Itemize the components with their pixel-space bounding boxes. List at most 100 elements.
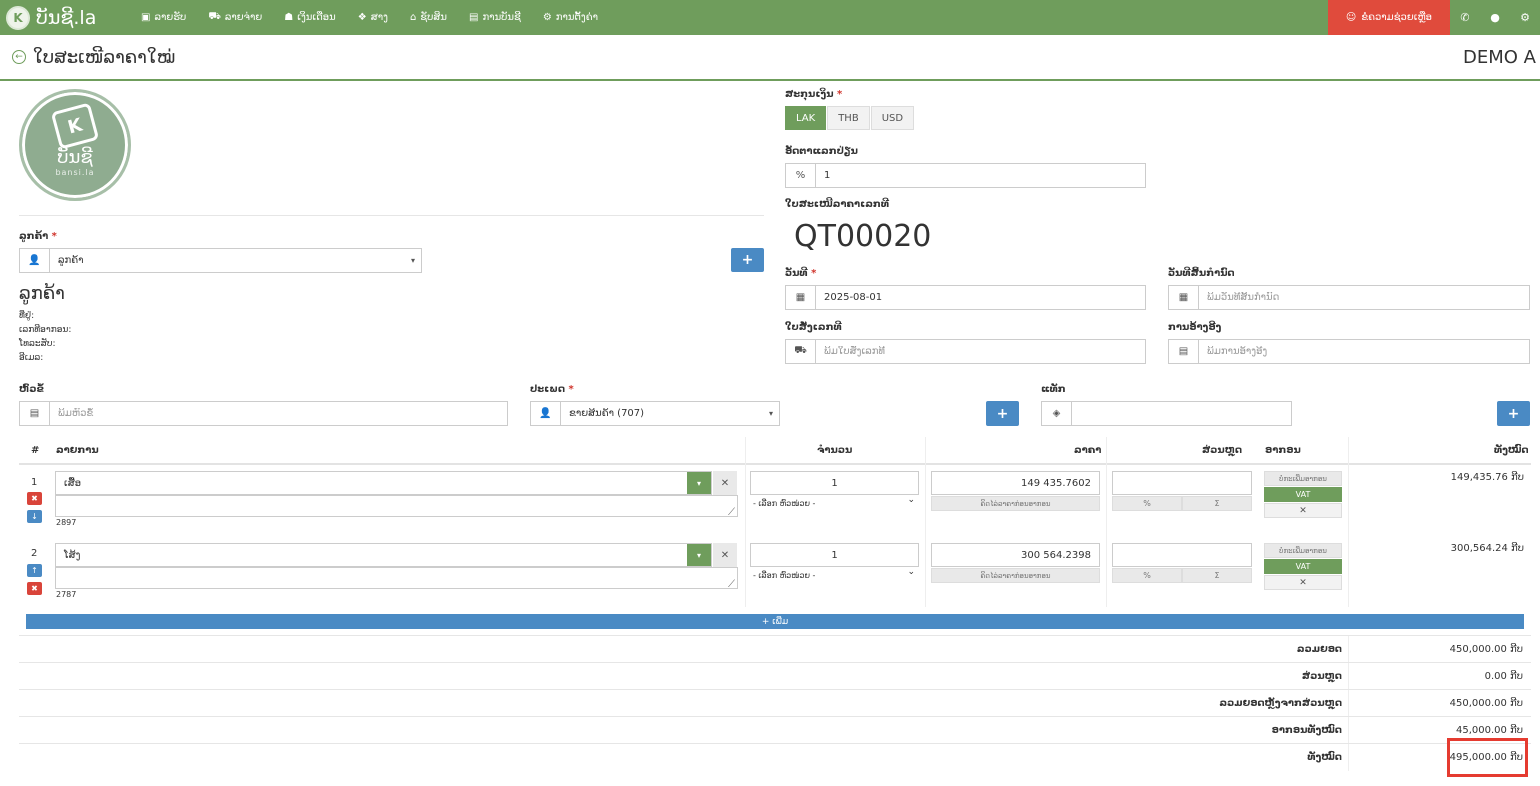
company-name: DEMO A	[1463, 47, 1536, 68]
po-field[interactable]: ⛟ ພິມໃບສັ່ງເລກທີ	[785, 339, 1146, 364]
nav-payroll[interactable]: ☗ ເງິນເດືອນ	[273, 0, 347, 35]
back-arrow-icon[interactable]: ←	[12, 50, 26, 64]
th-num: #	[31, 445, 40, 456]
caret-down-icon[interactable]: ▾	[687, 544, 711, 566]
currency-usd[interactable]: USD	[870, 106, 915, 130]
price-before-tax-toggle[interactable]: ຄິດໄລ່ລາຄາກ່ອນອາກອນ	[931, 568, 1100, 583]
item-description-input[interactable]	[55, 567, 738, 590]
reference-field[interactable]: ▤ ພິມການອ້າງອີງ	[1168, 339, 1530, 364]
main-menu: ▣ ລາຍຮັບ ⛟ ລາຍຈ່າຍ ☗ ເງິນເດືອນ ❖ ສາງ ⌂ ຊັບສິນ…	[130, 0, 609, 35]
expiry-placeholder: ພິມວັນທີສິ້ນກຳນົດ	[1207, 292, 1280, 303]
support-icon: ☺	[1345, 12, 1357, 23]
summary-value: 0.00 ກີບ	[1484, 671, 1523, 682]
page-title: ໃບສະເໜີລາຄາໃໝ່	[33, 46, 176, 68]
discount-percent-button[interactable]: %	[1112, 496, 1182, 511]
customer-address: ທີ່ຢູ່:	[19, 311, 35, 321]
arrow-down-icon[interactable]: ↓	[27, 510, 42, 523]
unit-select[interactable]: - ເລືອກ ຫົວໜ່ວຍ - ⌄	[750, 495, 919, 511]
nav-settings[interactable]: ⚙ ການຕັ້ງຄ່າ	[532, 0, 609, 35]
subject-field[interactable]: ▤ ພິມຫົວຂໍ້	[19, 401, 508, 426]
nav-accounting-label: ການບັນຊີ	[482, 12, 521, 23]
currency-lak[interactable]: LAK	[785, 106, 827, 130]
user-icon: 👤	[20, 249, 50, 272]
chevron-down-icon: ⌄	[907, 495, 915, 505]
trash-icon[interactable]: ✖	[27, 492, 42, 505]
discount-input[interactable]	[1112, 543, 1252, 567]
expiry-label: ວັນທີສິ້ນກຳນົດ	[1168, 268, 1235, 279]
currency-thb[interactable]: THB	[827, 106, 870, 130]
bank-icon: ⌂	[409, 12, 417, 23]
item-description-input[interactable]	[55, 495, 738, 518]
brand[interactable]: K ບັນຊີ.la	[0, 5, 130, 30]
discount-sum-button[interactable]: Σ	[1182, 496, 1252, 511]
tax-remove-icon[interactable]: ✕	[1264, 503, 1342, 518]
discount-percent-button[interactable]: %	[1112, 568, 1182, 583]
exchange-rate-value: 1	[824, 170, 831, 181]
money-icon: ▣	[141, 12, 151, 23]
trash-icon[interactable]: ✖	[27, 582, 42, 595]
price-before-tax-toggle[interactable]: ຄິດໄລ່ລາຄາກ່ອນອາກອນ	[931, 496, 1100, 511]
qty-input[interactable]: 1	[750, 543, 919, 567]
date-value: 2025-08-01	[824, 292, 883, 303]
discount-input[interactable]	[1112, 471, 1252, 495]
caret-down-icon[interactable]: ▾	[687, 472, 711, 494]
nav-assets[interactable]: ⌂ ຊັບສິນ	[399, 0, 458, 35]
subject-label: ຫົວຂໍ້	[19, 384, 44, 395]
unit-select[interactable]: - ເລືອກ ຫົວໜ່ວຍ - ⌄	[750, 567, 919, 583]
summary-subtotal: ລວມຍອດ 450,000.00 ກີບ	[19, 635, 1531, 663]
add-type-button[interactable]: +	[986, 401, 1019, 426]
items-table-header: # ລາຍການ ຈຳນວນ ລາຄາ ສ່ວນຫຼຸດ ອາກອນ ທັງໝົ…	[19, 437, 1531, 465]
date-field[interactable]: ▦ 2025-08-01	[785, 285, 1146, 310]
expiry-field[interactable]: ▦ ພິມວັນທີສິ້ນກຳນົດ	[1168, 285, 1530, 310]
logo-name: ບັນຊີ	[57, 147, 93, 168]
add-customer-button[interactable]: +	[731, 248, 764, 272]
quote-number: QT00020	[794, 219, 932, 254]
exchange-rate-field[interactable]: % 1	[785, 163, 1146, 188]
price-input[interactable]: 149 435.7602	[931, 471, 1100, 495]
gear-icon[interactable]: ⚙	[1510, 0, 1540, 35]
tax-none-option[interactable]: ບໍ່ກະເພີ່ມອາກອນ	[1264, 543, 1342, 558]
page-header: ← ໃບສະເໜີລາຄາໃໝ່ DEMO A	[0, 35, 1540, 81]
nav-accounting[interactable]: ▤ ການບັນຊີ	[458, 0, 532, 35]
customer-name: ລູກຄ້າ	[19, 283, 65, 304]
customer-email: ອີເມລ:	[19, 353, 44, 363]
discount-sum-button[interactable]: Σ	[1182, 568, 1252, 583]
customer-phone: ໂທລະສັບ:	[19, 339, 56, 349]
item-name-input[interactable]: ໂສ້ງ ▾	[55, 543, 712, 567]
nav-expense-label: ລາຍຈ່າຍ	[224, 12, 263, 23]
item-code: 2787	[56, 590, 77, 599]
nav-income[interactable]: ▣ ລາຍຮັບ	[130, 0, 197, 35]
summary-grand-total: ທັງໝົດ 495,000.00 ກີບ	[19, 743, 1531, 771]
exchange-rate-label: ອັດຕາແລກປ່ຽນ	[785, 146, 858, 157]
add-item-button[interactable]: + ເພີ່ມ	[26, 614, 1524, 629]
customer-label: ລູກຄ້າ *	[19, 231, 57, 242]
arrow-up-icon[interactable]: ↑	[27, 564, 42, 577]
support-button[interactable]: ☺ ຂໍຄວາມຊ່ວຍເຫຼືອ	[1327, 0, 1450, 35]
tags-field[interactable]: ◈	[1041, 401, 1292, 426]
add-tag-button[interactable]: +	[1497, 401, 1530, 426]
whatsapp-icon[interactable]: ✆	[1450, 0, 1480, 35]
customer-select[interactable]: 👤 ລູກຄ້າ ▾	[19, 248, 422, 273]
user-icon: 👤	[531, 402, 561, 425]
nav-inventory[interactable]: ❖ ສາງ	[347, 0, 399, 35]
nav-expense[interactable]: ⛟ ລາຍຈ່າຍ	[197, 0, 273, 35]
tax-none-option[interactable]: ບໍ່ກະເພີ່ມອາກອນ	[1264, 471, 1342, 486]
type-select[interactable]: 👤 ຂາຍສິນຄ້າ (707) ▾	[530, 401, 780, 426]
tax-vat-option[interactable]: VAT	[1264, 559, 1342, 574]
type-value: ຂາຍສິນຄ້າ (707)	[569, 408, 645, 419]
tax-remove-icon[interactable]: ✕	[1264, 575, 1342, 590]
clear-icon[interactable]: ✕	[713, 471, 737, 495]
tax-selector: ບໍ່ກະເພີ່ມອາກອນ VAT ✕	[1264, 543, 1342, 591]
summary-label: ລວມຍອດຫຼັງຈາກສ່ວນຫຼຸດ	[1219, 698, 1342, 709]
user-icon[interactable]: ●	[1480, 0, 1510, 35]
line-total: 149,435.76 ກີບ	[1450, 472, 1524, 483]
po-placeholder: ພິມໃບສັ່ງເລກທີ	[824, 346, 885, 357]
nav-inventory-label: ສາງ	[370, 12, 388, 23]
clear-icon[interactable]: ✕	[713, 543, 737, 567]
qty-input[interactable]: 1	[750, 471, 919, 495]
book-icon: ▤	[469, 12, 479, 23]
tax-vat-option[interactable]: VAT	[1264, 487, 1342, 502]
reference-placeholder: ພິມການອ້າງອີງ	[1207, 346, 1268, 357]
price-input[interactable]: 300 564.2398	[931, 543, 1100, 567]
item-name-input[interactable]: ເສື້ອ ▾	[55, 471, 712, 495]
